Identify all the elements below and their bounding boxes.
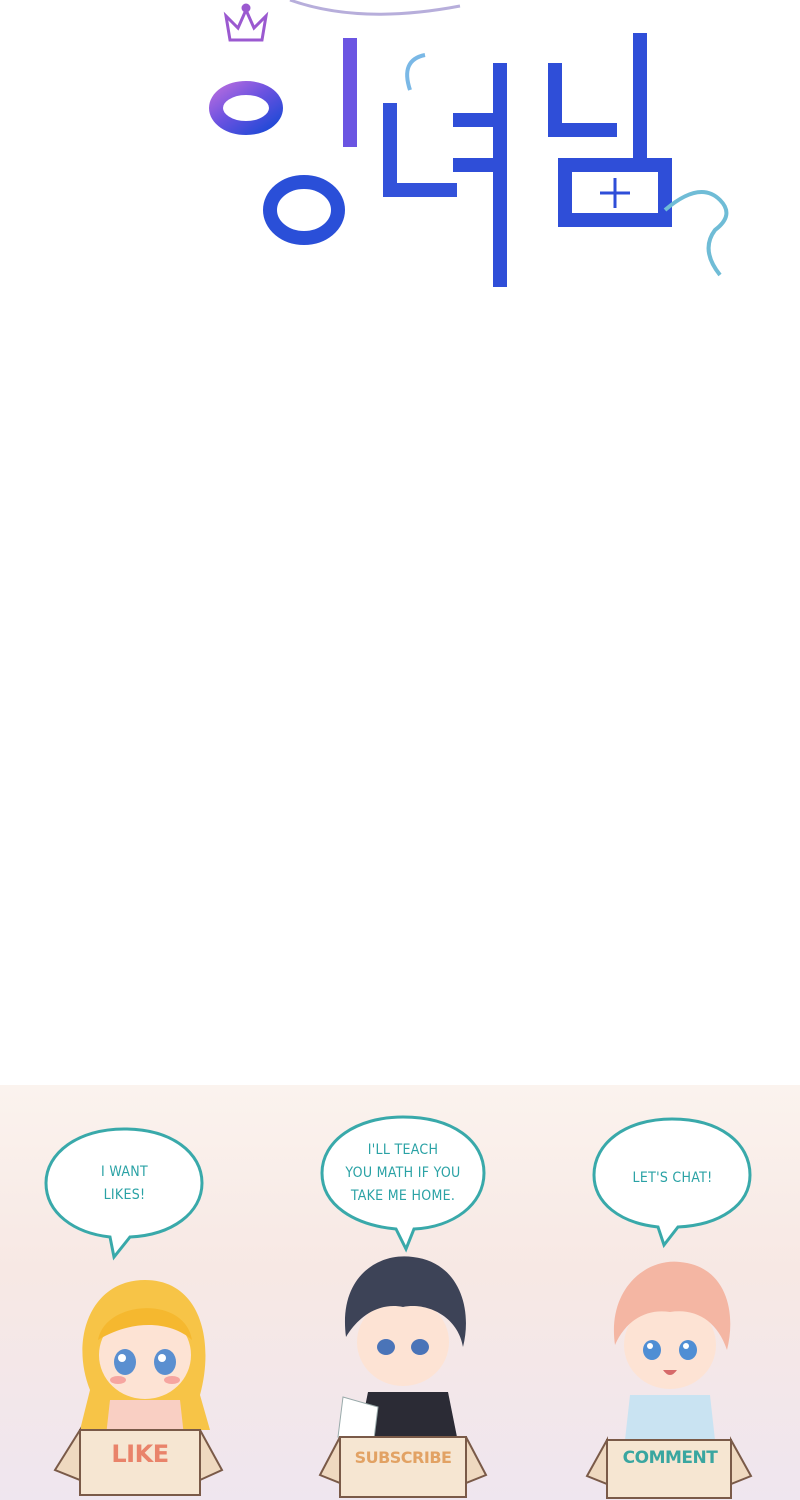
flourish-icon <box>663 190 729 277</box>
crown-icon <box>223 3 269 42</box>
speech-bubble-subscribe: I'LL TEACH YOU MATH IF YOU TAKE ME HOME. <box>318 1113 488 1253</box>
speech-bubble-comment: LET'S CHAT! <box>590 1115 755 1250</box>
subscribe-button[interactable]: SUBSCRIBE <box>333 1448 473 1467</box>
promo-banner: I WANT LIKES! I'LL TEACH YOU MATH IF YOU… <box>0 1085 800 1500</box>
bubble-line: I'LL TEACH <box>367 1142 439 1158</box>
bubble-line: TAKE ME HOME. <box>350 1188 456 1204</box>
sparkle-icon <box>600 178 630 208</box>
like-button[interactable]: LIKE <box>70 1440 210 1468</box>
speech-bubble-like: I WANT LIKES! <box>42 1125 207 1265</box>
comment-button[interactable]: COMMENT <box>600 1448 740 1468</box>
title-logo <box>183 0 729 287</box>
bubble-line: YOU MATH IF YOU <box>345 1165 461 1181</box>
bubble-line: I WANT <box>101 1164 148 1180</box>
bubble-line: LIKES! <box>103 1187 146 1203</box>
bubble-line: LET'S CHAT! <box>632 1170 713 1186</box>
